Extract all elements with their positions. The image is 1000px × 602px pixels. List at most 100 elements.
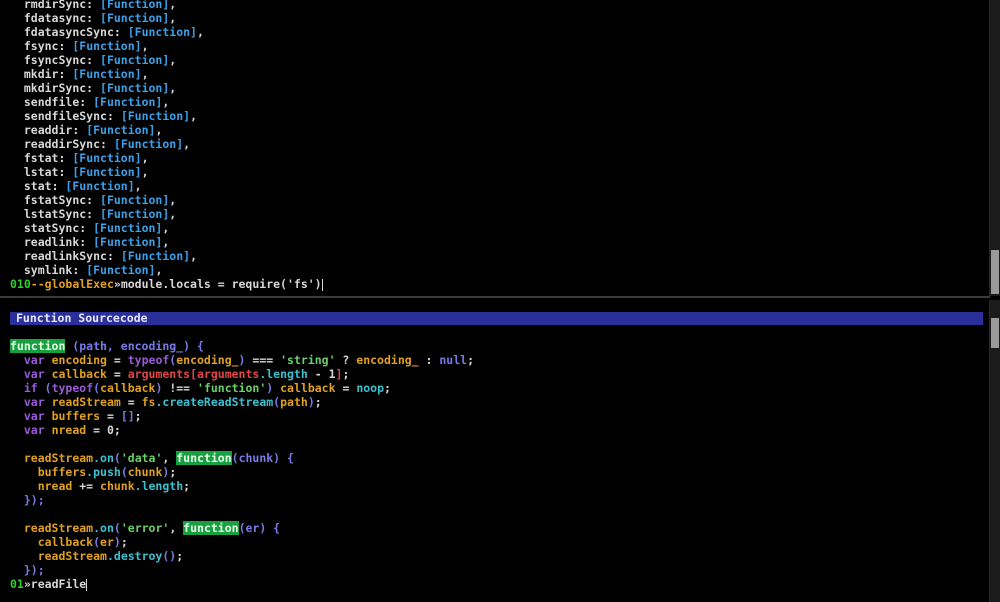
- entry-key: fdatasyncSync: [23, 25, 114, 39]
- operator: !==: [162, 381, 198, 395]
- object-entry-line: fstat: [Function],: [0, 151, 323, 165]
- function-keyword: function: [183, 521, 239, 535]
- repl-input-line[interactable]: 01»readFile: [0, 577, 474, 591]
- repl-output-scrollbar-thumb[interactable]: [991, 250, 999, 294]
- code-line: callback(er);: [0, 535, 474, 549]
- entry-key: readdirSync: [23, 137, 101, 151]
- code-line: if (typeof(callback) !== 'function') cal…: [0, 381, 474, 395]
- string-literal: 'error': [120, 521, 170, 535]
- repl-output-scrollbar[interactable]: [989, 0, 1000, 296]
- null-literal: null: [439, 353, 468, 367]
- identifier: encoding_: [356, 353, 419, 367]
- entry-value: [Function]: [93, 95, 163, 109]
- identifier: callback: [273, 381, 343, 395]
- repl-prompt-line[interactable]: 010--globalExec»module.locals = require(…: [0, 277, 323, 291]
- operator: -: [307, 367, 329, 381]
- identifier: path: [280, 395, 308, 409]
- semicolon: ;: [342, 367, 350, 381]
- function-source-scrollbar[interactable]: [989, 300, 1000, 602]
- var-keyword: var: [23, 395, 45, 409]
- entry-colon: :: [58, 39, 73, 53]
- entry-comma: ,: [141, 39, 149, 53]
- object-entry-line: lstat: [Function],: [0, 165, 323, 179]
- entry-value: [Function]: [72, 151, 142, 165]
- entry-comma: ,: [169, 193, 177, 207]
- object-entry-line: sendfileSync: [Function],: [0, 109, 323, 123]
- identifier: callback: [100, 381, 156, 395]
- semicolon: ;: [467, 353, 475, 367]
- entry-colon: :: [86, 207, 101, 221]
- entry-value: [Function]: [100, 11, 170, 25]
- entry-comma: ,: [183, 137, 191, 151]
- var-keyword: var: [23, 353, 45, 367]
- entry-value: [Function]: [100, 81, 170, 95]
- dot: .: [93, 451, 101, 465]
- string-literal: 'function': [197, 381, 267, 395]
- repl-input[interactable]: readFile: [31, 577, 86, 591]
- entry-colon: :: [72, 263, 87, 277]
- function-source-scrollbar-thumb[interactable]: [991, 318, 999, 348]
- entry-comma: ,: [169, 53, 177, 67]
- var-keyword: var: [23, 409, 45, 423]
- entry-value: [Function]: [120, 249, 191, 263]
- entry-comma: ,: [190, 249, 197, 263]
- paren: ): [113, 535, 121, 549]
- method-name: on: [100, 521, 114, 535]
- method-name: on: [100, 451, 114, 465]
- entry-value: [Function]: [100, 53, 170, 67]
- identifier: fs: [141, 395, 156, 409]
- identifier: nread: [37, 479, 80, 493]
- entry-colon: :: [100, 137, 114, 151]
- entry-value: [Function]: [72, 39, 142, 53]
- entry-colon: :: [106, 249, 121, 263]
- entry-comma: ,: [155, 263, 163, 277]
- method-name: push: [93, 465, 121, 479]
- entry-value: [Function]: [65, 179, 135, 193]
- operator: ?: [335, 353, 357, 367]
- text-cursor: [321, 278, 323, 291]
- entry-colon: :: [113, 25, 128, 39]
- entry-key: fsync: [23, 39, 59, 53]
- identifier: readStream: [23, 521, 94, 535]
- code-line: var buffers = [];: [0, 409, 474, 423]
- repl-command[interactable]: module.locals = require('fs'): [121, 277, 322, 291]
- paren: (: [113, 451, 121, 465]
- entry-key: mkdirSync: [23, 81, 87, 95]
- entry-colon: :: [86, 193, 101, 207]
- identifier: buffers: [44, 409, 107, 423]
- semicolon: ;: [183, 479, 191, 493]
- code-line: function (path, encoding_) {: [0, 339, 474, 353]
- code-line: nread += chunk.length;: [0, 479, 474, 493]
- repl-output-lines: rmdirSync: [Function], fdatasync: [Funct…: [0, 0, 323, 291]
- identifier: noop: [356, 381, 385, 395]
- entry-comma: ,: [162, 235, 170, 249]
- entry-key: mkdir: [23, 67, 59, 81]
- entry-colon: :: [86, 81, 101, 95]
- object-entry-line: readlinkSync: [Function],: [0, 249, 323, 263]
- identifier: buffers: [37, 465, 87, 479]
- entry-colon: :: [51, 179, 66, 193]
- operator: =: [93, 423, 107, 437]
- identifier: encoding: [44, 353, 114, 367]
- repl-output-pane[interactable]: rmdirSync: [Function], fdatasync: [Funct…: [0, 0, 990, 298]
- entry-comma: ,: [162, 95, 170, 109]
- string-literal: 'data': [120, 451, 163, 465]
- entry-key: lstatSync: [23, 207, 87, 221]
- entry-key: fdatasync: [23, 11, 87, 25]
- object-entry-line: fsync: [Function],: [0, 39, 323, 53]
- block-close: });: [23, 493, 45, 507]
- identifier: readStream: [44, 395, 128, 409]
- function-source-pane[interactable]: Function Sourcecode function (path, enco…: [0, 300, 990, 602]
- entry-comma: ,: [134, 179, 142, 193]
- object-entry-line: fdatasyncSync: [Function],: [0, 25, 323, 39]
- array-literal: []: [120, 409, 135, 423]
- entry-key: readlink: [23, 235, 80, 249]
- entry-key: stat: [23, 179, 52, 193]
- code-line: var nread = 0;: [0, 423, 474, 437]
- property: .length: [259, 367, 308, 381]
- dot: .: [93, 521, 101, 535]
- code-line: var readStream = fs.createReadStream(pat…: [0, 395, 474, 409]
- semicolon: ;: [176, 549, 184, 563]
- method-name: createReadStream: [162, 395, 274, 409]
